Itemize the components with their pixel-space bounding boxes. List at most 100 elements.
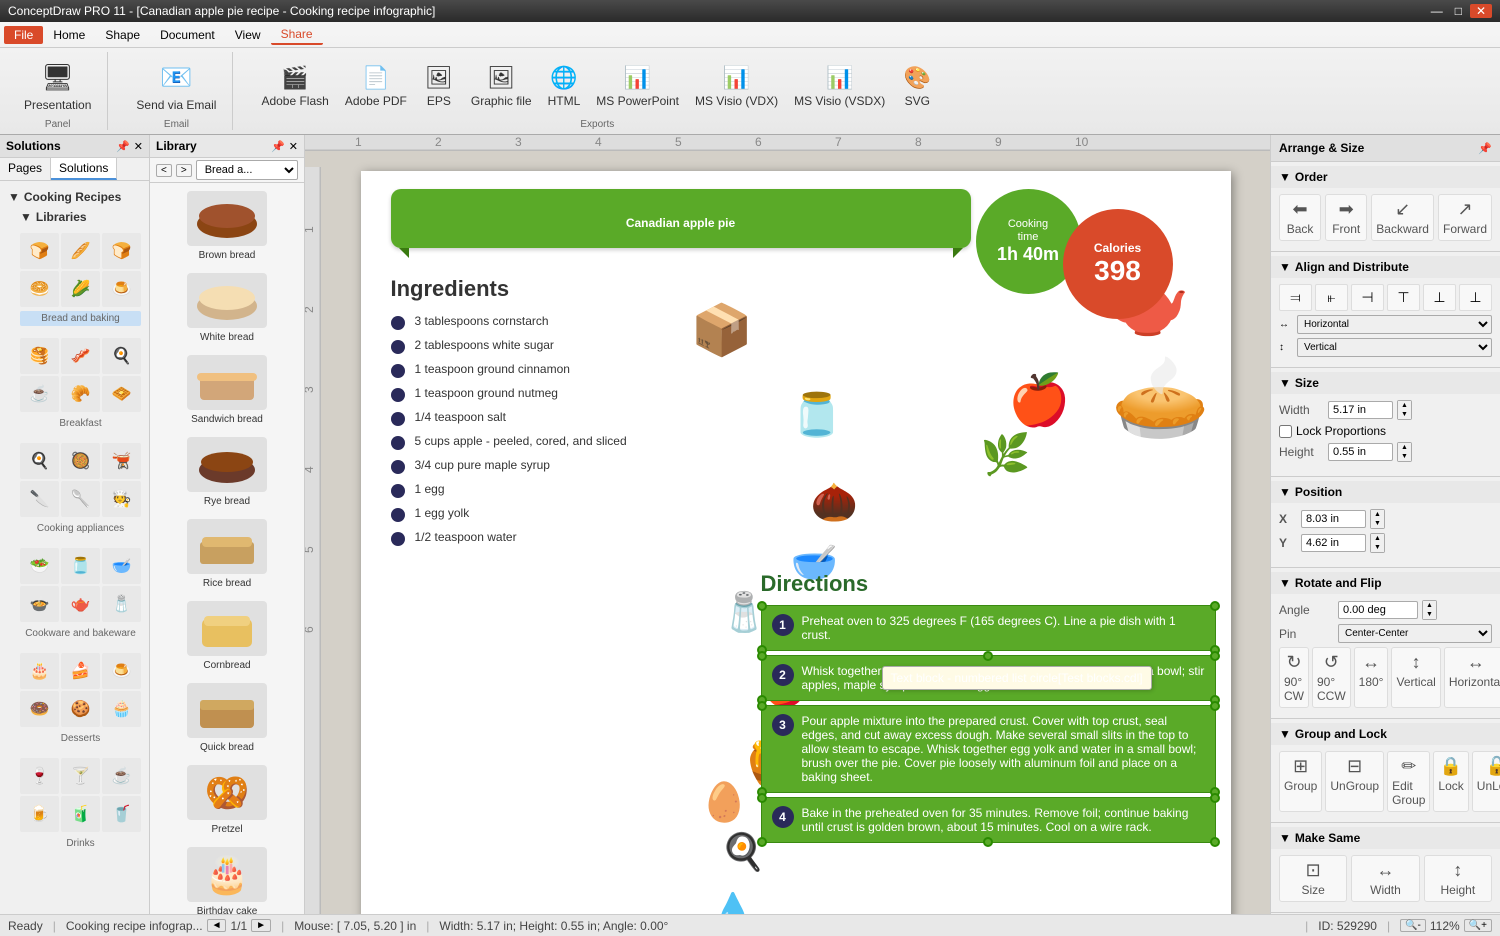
height-up[interactable]: ▲	[1398, 443, 1411, 452]
thumb-des-1[interactable]: 🎂	[20, 653, 59, 689]
align-header[interactable]: ▼ Align and Distribute	[1271, 256, 1500, 278]
thumb-breakfast-3[interactable]: 🍳	[102, 338, 141, 374]
thumb-des-4[interactable]: 🍩	[20, 691, 59, 727]
rotate-90ccw-button[interactable]: ↺ 90° CCW	[1312, 647, 1351, 708]
thumb-breakfast-1[interactable]: 🥞	[20, 338, 59, 374]
same-width-button[interactable]: ↔ Width	[1351, 855, 1419, 902]
same-height-button[interactable]: ↕ Height	[1424, 855, 1492, 902]
thumb-bread-3[interactable]: 🍞	[102, 233, 141, 269]
thumb-breakfast-5[interactable]: 🥐	[61, 376, 100, 412]
eps-button[interactable]: 🖼 EPS	[417, 58, 461, 112]
edit-group-button[interactable]: ✏ Edit Group	[1387, 751, 1430, 812]
library-back-button[interactable]: <	[156, 164, 172, 177]
thumb-des-3[interactable]: 🍮	[102, 653, 141, 689]
thumb-cw-3[interactable]: 🥣	[102, 548, 141, 584]
align-h-select[interactable]: Horizontal	[1297, 315, 1492, 334]
thumb-app-4[interactable]: 🔪	[20, 481, 59, 517]
thumb-app-3[interactable]: 🫕	[102, 443, 141, 479]
flip-horizontal-button[interactable]: ↔ Horizontal	[1444, 647, 1500, 708]
menu-shape[interactable]: Shape	[95, 26, 150, 44]
presentation-button[interactable]: 🖥 Presentation	[18, 54, 97, 116]
solutions-close-button[interactable]: ✕	[134, 140, 143, 153]
forward-button[interactable]: ↗ Forward	[1438, 194, 1492, 241]
y-up[interactable]: ▲	[1371, 534, 1384, 543]
library-item-quick-bread[interactable]: Quick bread	[154, 679, 300, 757]
thumb-bread-1[interactable]: 🍞	[20, 233, 59, 269]
width-up[interactable]: ▲	[1398, 401, 1411, 410]
pin-select[interactable]: Center-Center	[1338, 624, 1492, 643]
solutions-pin-button[interactable]: 📌	[116, 140, 130, 153]
minimize-button[interactable]: —	[1427, 4, 1447, 18]
height-spinner[interactable]: ▲ ▼	[1397, 442, 1412, 462]
library-item-birthday-cake[interactable]: 🎂 Birthday cake	[154, 843, 300, 914]
cooking-appliances-item[interactable]: 🍳 🥘 🫕 🔪 🥄 🧑‍🍳 Cooking appliances	[16, 437, 145, 538]
cooking-recipes-header[interactable]: ▼ Cooking Recipes	[4, 187, 145, 207]
backward-button[interactable]: ↙ Backward	[1371, 194, 1434, 241]
menu-share[interactable]: Share	[271, 25, 323, 45]
canvas-scroll[interactable]: Canadian apple pie Cookingtime 1h 40m Ca…	[321, 151, 1270, 914]
thumb-cw-6[interactable]: 🧂	[102, 586, 141, 622]
x-down[interactable]: ▼	[1371, 519, 1384, 528]
thumb-cw-4[interactable]: 🍲	[20, 586, 59, 622]
x-up[interactable]: ▲	[1371, 510, 1384, 519]
y-spinner[interactable]: ▲ ▼	[1370, 533, 1385, 553]
size-header[interactable]: ▼ Size	[1271, 372, 1500, 394]
y-input[interactable]	[1301, 534, 1366, 552]
group-button[interactable]: ⊞ Group	[1279, 751, 1322, 812]
flip-vertical-button[interactable]: ↕ Vertical	[1391, 647, 1440, 708]
thumb-drk-3[interactable]: ☕	[102, 758, 141, 794]
lock-proportions-checkbox[interactable]	[1279, 425, 1292, 438]
back-button[interactable]: ⬅ Back	[1279, 194, 1321, 241]
powerpoint-button[interactable]: 📊 MS PowerPoint	[590, 58, 685, 112]
align-middle-button[interactable]: ⊥	[1423, 284, 1456, 311]
thumb-drk-5[interactable]: 🧃	[61, 796, 100, 832]
align-center-button[interactable]: ⫦	[1315, 284, 1348, 311]
width-spinner[interactable]: ▲ ▼	[1397, 400, 1412, 420]
group-header[interactable]: ▼ Group and Lock	[1271, 723, 1500, 745]
library-item-rice-bread[interactable]: Rice bread	[154, 515, 300, 593]
width-down[interactable]: ▼	[1398, 410, 1411, 419]
bread-baking-item[interactable]: 🍞 🥖 🍞 🥯 🌽 🍮 Bread and baking	[16, 227, 145, 328]
width-input[interactable]	[1328, 401, 1393, 419]
thumb-app-1[interactable]: 🍳	[20, 443, 59, 479]
libraries-header[interactable]: ▼ Libraries	[16, 207, 145, 227]
unlock-button[interactable]: 🔓 UnLock	[1472, 751, 1500, 812]
library-forward-button[interactable]: >	[176, 164, 192, 177]
zoom-out-button[interactable]: 🔍-	[1400, 919, 1426, 932]
thumb-bread-4[interactable]: 🥯	[20, 271, 59, 307]
rotate-90cw-button[interactable]: ↻ 90° CW	[1279, 647, 1309, 708]
send-email-button[interactable]: 📧 Send via Email	[130, 54, 222, 116]
nav-next-button[interactable]: ►	[251, 919, 271, 932]
solutions-tab-pages[interactable]: Pages	[0, 158, 51, 180]
height-input[interactable]	[1328, 443, 1393, 461]
angle-spinner[interactable]: ▲ ▼	[1422, 600, 1437, 620]
ungroup-button[interactable]: ⊟ UnGroup	[1325, 751, 1384, 812]
same-size-button[interactable]: ⊡ Size	[1279, 855, 1347, 902]
graphic-button[interactable]: 🖼 Graphic file	[465, 58, 538, 112]
thumb-des-5[interactable]: 🍪	[61, 691, 100, 727]
rotate-180-button[interactable]: ↔ 180°	[1354, 647, 1389, 708]
library-item-rye-bread[interactable]: Rye bread	[154, 433, 300, 511]
close-button[interactable]: ✕	[1470, 4, 1492, 18]
library-item-white-bread[interactable]: White bread	[154, 269, 300, 347]
align-bottom-button[interactable]: ⊥	[1459, 284, 1492, 311]
make-same-header[interactable]: ▼ Make Same	[1271, 827, 1500, 849]
svg-button[interactable]: 🎨 SVG	[895, 58, 939, 112]
library-pin-button[interactable]: 📌	[271, 140, 285, 153]
solutions-tab-solutions[interactable]: Solutions	[51, 158, 117, 180]
align-right-button[interactable]: ⊣	[1351, 284, 1384, 311]
menu-document[interactable]: Document	[150, 26, 225, 44]
library-item-pretzel[interactable]: 🥨 Pretzel	[154, 761, 300, 839]
nav-prev-button[interactable]: ◄	[207, 919, 227, 932]
pdf-button[interactable]: 📄 Adobe PDF	[339, 58, 413, 112]
library-item-sandwich-bread[interactable]: Sandwich bread	[154, 351, 300, 429]
thumb-app-2[interactable]: 🥘	[61, 443, 100, 479]
drinks-item[interactable]: 🍷 🍸 ☕ 🍺 🧃 🥤 Drinks	[16, 752, 145, 853]
front-button[interactable]: ➡ Front	[1325, 194, 1367, 241]
angle-up[interactable]: ▲	[1423, 601, 1436, 610]
library-dropdown[interactable]: Bread a...	[196, 160, 298, 180]
maximize-button[interactable]: □	[1451, 4, 1466, 18]
zoom-in-button[interactable]: 🔍+	[1464, 919, 1492, 932]
thumb-cw-5[interactable]: 🫖	[61, 586, 100, 622]
thumb-breakfast-6[interactable]: 🧇	[102, 376, 141, 412]
